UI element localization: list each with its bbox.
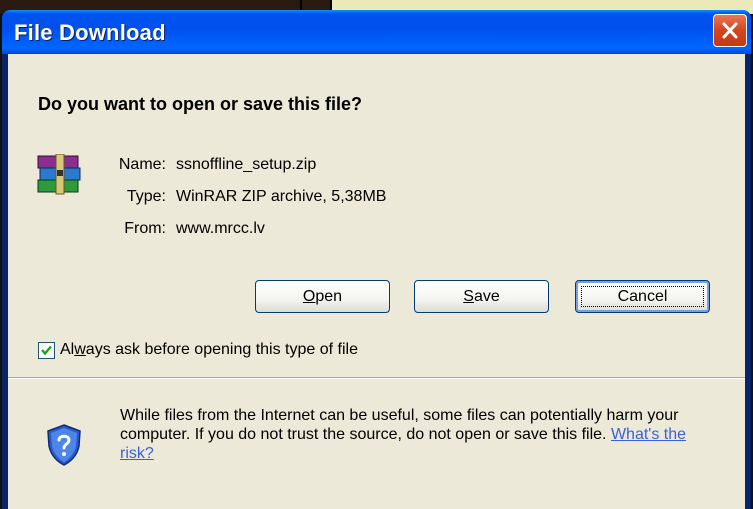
open-button[interactable]: Open	[255, 280, 390, 313]
name-value: ssnoffline_setup.zip	[176, 156, 317, 173]
always-ask-checkbox[interactable]	[38, 342, 55, 359]
close-button[interactable]	[713, 14, 747, 47]
dialog-body: Do you want to open or save this file? N…	[8, 54, 745, 509]
type-value: WinRAR ZIP archive, 5,38MB	[176, 188, 387, 205]
always-ask-label: Always ask before opening this type of f…	[60, 341, 358, 358]
from-value: www.mrcc.lv	[176, 220, 265, 237]
save-label: ave	[473, 288, 500, 305]
separator	[8, 377, 745, 379]
name-label: Name:	[118, 156, 166, 173]
security-shield-question-icon	[47, 424, 81, 466]
title-bar[interactable]: File Download	[2, 10, 751, 54]
checkmark-icon	[41, 345, 52, 356]
security-warning: While files from the Internet can be use…	[120, 406, 720, 463]
file-download-dialog: File Download Do you want to open or sav…	[2, 10, 751, 509]
focus-rectangle	[581, 286, 704, 307]
type-label: Type:	[126, 188, 166, 205]
from-label: From:	[124, 220, 166, 237]
save-button[interactable]: Save	[414, 280, 549, 313]
dialog-question: Do you want to open or save this file?	[38, 94, 363, 114]
cancel-button[interactable]: Cancel	[575, 280, 710, 313]
open-mnemonic: O	[302, 288, 316, 305]
save-mnemonic: S	[463, 288, 474, 305]
warning-text: While files from the Internet can be use…	[120, 407, 679, 443]
window-title: File Download	[14, 20, 166, 45]
close-icon	[722, 22, 738, 39]
open-label: pen	[315, 288, 343, 305]
